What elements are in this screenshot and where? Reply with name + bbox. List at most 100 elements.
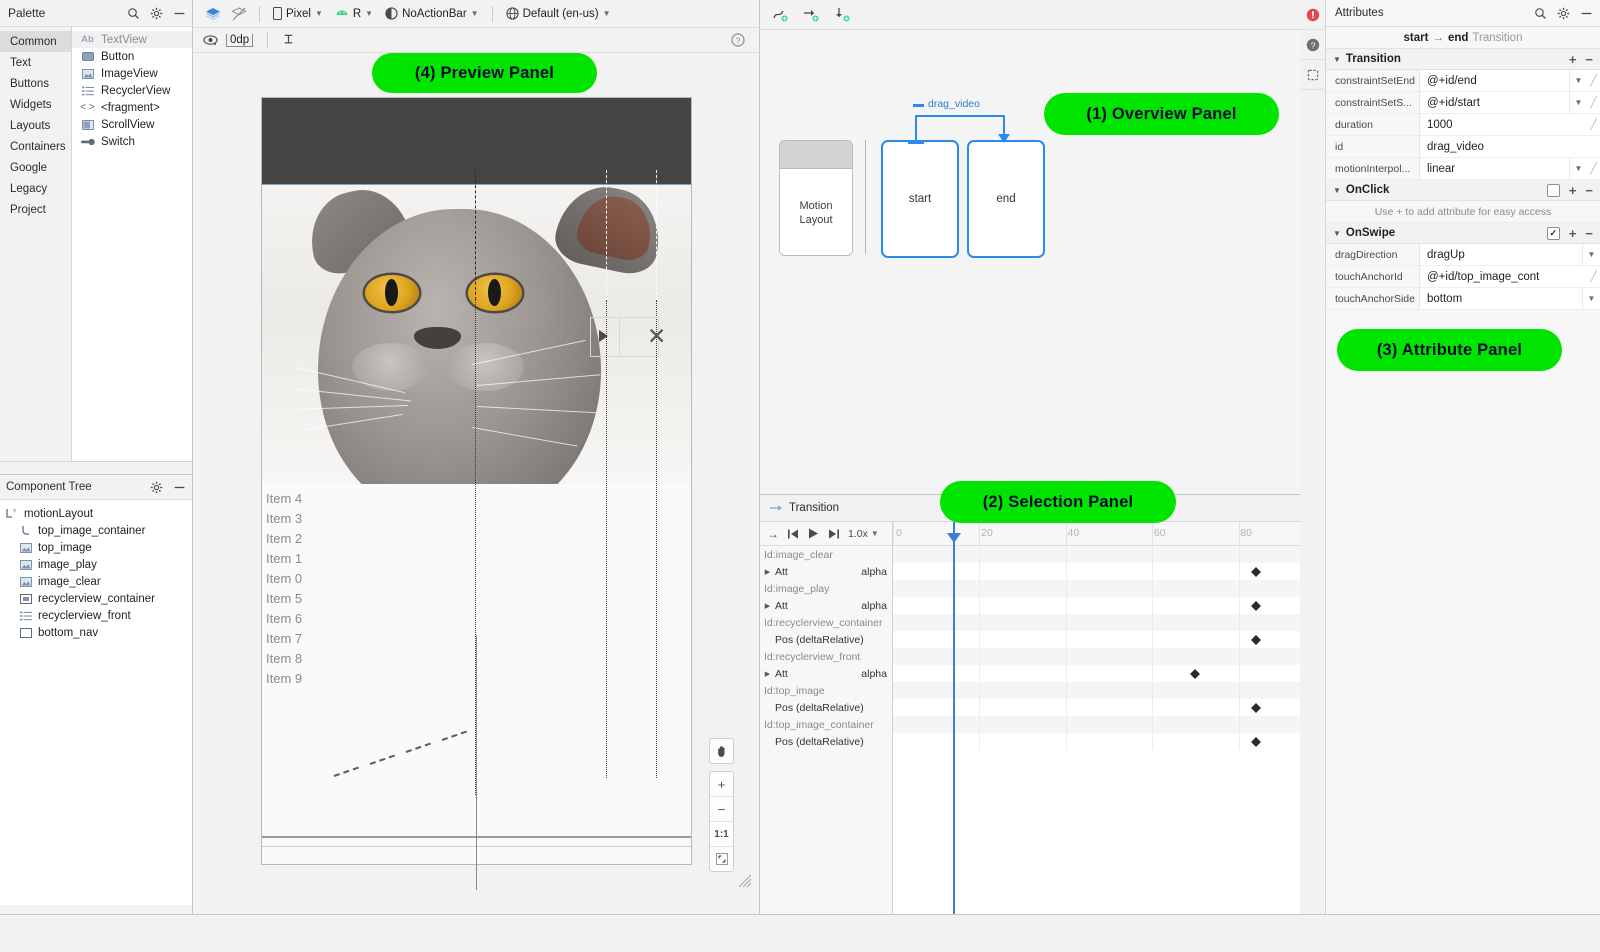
timeline-attr-row[interactable]: ▶ Att alpha <box>760 665 892 682</box>
palette-item-recyclerview[interactable]: RecyclerView <box>72 82 192 99</box>
speed-selector[interactable]: 1.0x ▼ <box>848 528 879 540</box>
play-button[interactable] <box>808 528 819 539</box>
timeline-track[interactable] <box>893 648 1325 665</box>
list-item[interactable]: Item 6 <box>262 608 691 628</box>
timeline-track[interactable] <box>893 665 1325 682</box>
timeline-tracks-area[interactable]: 0 20 40 60 80 100 <box>893 522 1325 915</box>
attribute-row-dragdirection[interactable]: dragDirection dragUp ▼ <box>1326 244 1600 266</box>
pin-icon[interactable]: ╱ <box>1587 158 1600 179</box>
zoom-actual-size-button[interactable]: 1:1 <box>710 821 733 846</box>
tree-node-top-image[interactable]: top_image <box>0 539 192 556</box>
timeline-attr-row[interactable]: Pos (deltaRelative) <box>760 631 892 648</box>
help-icon[interactable]: ? <box>731 33 745 47</box>
pin-icon[interactable]: ╱ <box>1587 92 1600 113</box>
chevron-down-icon[interactable]: ▼ <box>1569 158 1587 179</box>
timeline-track[interactable] <box>893 614 1325 631</box>
palette-category-layouts[interactable]: Layouts <box>0 115 71 136</box>
loop-button[interactable]: → <box>767 527 779 541</box>
timeline-track[interactable] <box>893 597 1325 614</box>
gear-icon[interactable] <box>150 7 163 20</box>
palette-category-containers[interactable]: Containers <box>0 136 71 157</box>
attribute-row-duration[interactable]: duration 1000 ╱ <box>1326 114 1600 136</box>
collapse-arrow-icon[interactable]: ▼ <box>1333 229 1341 238</box>
chevron-down-icon[interactable]: ▼ <box>1582 288 1600 309</box>
timeline-track[interactable] <box>893 580 1325 597</box>
device-selector[interactable]: Pixel ▼ <box>268 5 328 22</box>
list-item[interactable]: Item 1 <box>262 548 691 568</box>
timeline-attr-row[interactable]: ▶ Att alpha <box>760 563 892 580</box>
minimize-icon[interactable] <box>173 7 186 20</box>
minimize-icon[interactable] <box>173 481 186 494</box>
help-icon[interactable]: ? <box>1300 30 1325 60</box>
chevron-down-icon[interactable]: ▼ <box>1569 92 1587 113</box>
zoom-in-button[interactable]: + <box>710 772 733 796</box>
error-badge-icon[interactable] <box>1300 0 1325 30</box>
state-end[interactable]: end <box>967 140 1045 258</box>
create-on-swipe-icon[interactable] <box>834 7 851 22</box>
pin-icon[interactable]: ╱ <box>1587 114 1600 135</box>
collapse-arrow-icon[interactable]: ▼ <box>1333 55 1341 64</box>
keyframe-marker[interactable] <box>1250 736 1261 747</box>
section-header-onswipe[interactable]: ▼ OnSwipe ✓ + − <box>1326 223 1600 244</box>
palette-category-legacy[interactable]: Legacy <box>0 178 71 199</box>
minimize-icon[interactable] <box>1580 7 1593 20</box>
palette-item-textview[interactable]: Ab TextView <box>72 31 192 48</box>
tree-node-recyclerview-front[interactable]: recyclerview_front <box>0 607 192 624</box>
list-item[interactable]: Item 4 <box>262 488 691 508</box>
attribute-row-constraintsetend[interactable]: constraintSetEnd @+id/end ▼ ╱ <box>1326 70 1600 92</box>
default-margin-value[interactable]: 0dp <box>226 33 254 47</box>
keyframe-marker[interactable] <box>1250 600 1261 611</box>
gear-icon[interactable] <box>150 481 163 494</box>
zoom-fit-button[interactable] <box>710 846 733 871</box>
timeline-playhead[interactable] <box>947 522 962 915</box>
section-header-transition[interactable]: ▼ Transition + − <box>1326 49 1600 70</box>
remove-attribute-button[interactable]: − <box>1585 226 1593 241</box>
go-to-start-button[interactable] <box>788 529 799 539</box>
locale-selector[interactable]: Default (en-us) ▼ <box>501 5 616 22</box>
attribute-row-touchanchorid[interactable]: touchAnchorId @+id/top_image_cont ╱ <box>1326 266 1600 288</box>
panel-resize-grip[interactable] <box>738 874 752 888</box>
palette-category-buttons[interactable]: Buttons <box>0 73 71 94</box>
expand-arrow-icon[interactable]: ▶ <box>762 670 773 678</box>
timeline-attr-row[interactable]: Pos (deltaRelative) <box>760 699 892 716</box>
create-transition-icon[interactable] <box>772 7 789 22</box>
api-selector[interactable]: R ▼ <box>330 6 378 22</box>
motion-layout-card[interactable]: Motion Layout <box>779 140 853 256</box>
remove-attribute-button[interactable]: − <box>1585 52 1593 67</box>
list-item[interactable]: Item 0 <box>262 568 691 588</box>
timeline-track[interactable] <box>893 733 1325 750</box>
chevron-down-icon[interactable]: ▼ <box>1569 70 1587 91</box>
palette-item-switch[interactable]: Switch <box>72 133 192 150</box>
list-item[interactable]: Item 3 <box>262 508 691 528</box>
keyframe-marker[interactable] <box>1190 668 1201 679</box>
palette-category-google[interactable]: Google <box>0 157 71 178</box>
pin-icon[interactable]: ╱ <box>1587 266 1600 287</box>
pan-tool-button[interactable] <box>710 739 733 763</box>
gear-icon[interactable] <box>1557 7 1570 20</box>
theme-selector[interactable]: NoActionBar ▼ <box>380 5 483 22</box>
palette-category-widgets[interactable]: Widgets <box>0 94 71 115</box>
expand-arrow-icon[interactable]: ▶ <box>762 602 773 610</box>
tree-node-motionlayout[interactable]: ? motionLayout <box>0 505 192 522</box>
visibility-icon[interactable] <box>203 34 218 46</box>
timeline-track[interactable] <box>893 699 1325 716</box>
state-start[interactable]: start <box>881 140 959 258</box>
attribute-row-touchanchorside[interactable]: touchAnchorSide bottom ▼ <box>1326 288 1600 310</box>
go-to-end-button[interactable] <box>828 529 839 539</box>
onclick-enabled-checkbox[interactable] <box>1546 183 1560 197</box>
keyframe-marker[interactable] <box>1250 702 1261 713</box>
tree-node-recyclerview-container[interactable]: recyclerview_container <box>0 590 192 607</box>
add-attribute-button[interactable]: + <box>1569 183 1577 198</box>
timeline-track[interactable] <box>893 563 1325 580</box>
collapse-arrow-icon[interactable]: ▼ <box>1333 186 1341 195</box>
timeline-attr-row[interactable]: Pos (deltaRelative) <box>760 733 892 750</box>
zoom-out-button[interactable]: − <box>710 796 733 821</box>
baseline-icon[interactable] <box>282 33 295 47</box>
tree-node-bottom-nav[interactable]: bottom_nav <box>0 624 192 641</box>
remove-attribute-button[interactable]: − <box>1585 183 1593 198</box>
attribute-row-constraintsetstart[interactable]: constraintSetS... @+id/start ▼ ╱ <box>1326 92 1600 114</box>
create-on-click-icon[interactable] <box>803 7 820 22</box>
section-header-onclick[interactable]: ▼ OnClick + − <box>1326 180 1600 201</box>
expand-arrow-icon[interactable]: ▶ <box>762 568 773 576</box>
palette-item-button[interactable]: Button <box>72 48 192 65</box>
